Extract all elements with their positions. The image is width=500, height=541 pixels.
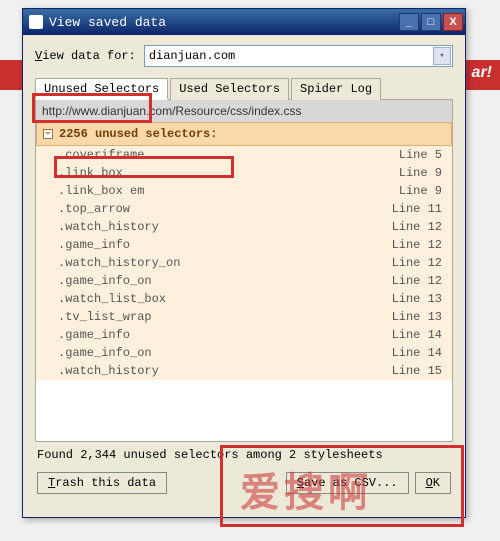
domain-dropdown[interactable]: dianjuan.com ▾	[144, 45, 453, 67]
bg-text: ar!	[472, 64, 492, 82]
selector-list: .coveriframeLine 5 .link_boxLine 9 .link…	[36, 146, 452, 380]
list-item[interactable]: .watch_history_onLine 12	[36, 254, 452, 272]
list-item[interactable]: .coveriframeLine 5	[36, 146, 452, 164]
tab-bar: Unused Selectors Used Selectors Spider L…	[35, 77, 453, 100]
results-panel: http://www.dianjuan.com/Resource/css/ind…	[35, 100, 453, 442]
group-header-text: 2256 unused selectors:	[59, 127, 217, 141]
close-button[interactable]: X	[443, 13, 463, 31]
file-path: http://www.dianjuan.com/Resource/css/ind…	[36, 100, 452, 122]
maximize-button[interactable]: □	[421, 13, 441, 31]
list-item[interactable]: .tv_list_wrapLine 13	[36, 308, 452, 326]
list-item[interactable]: .game_info_onLine 14	[36, 344, 452, 362]
tab-unused-selectors[interactable]: Unused Selectors	[35, 78, 168, 100]
titlebar[interactable]: View saved data _ □ X	[23, 9, 465, 35]
collapse-icon[interactable]: −	[43, 129, 53, 139]
list-item[interactable]: .watch_historyLine 15	[36, 362, 452, 380]
window-title: View saved data	[49, 15, 399, 30]
view-data-label: View data for:	[35, 49, 136, 63]
list-item[interactable]: .game_info_onLine 12	[36, 272, 452, 290]
tab-used-selectors[interactable]: Used Selectors	[170, 78, 289, 100]
list-item[interactable]: .top_arrowLine 11	[36, 200, 452, 218]
dialog-window: View saved data _ □ X View data for: dia…	[22, 8, 466, 518]
list-item[interactable]: .link_boxLine 9	[36, 164, 452, 182]
app-icon	[29, 15, 43, 29]
list-item[interactable]: .watch_list_boxLine 13	[36, 290, 452, 308]
list-item[interactable]: .watch_historyLine 12	[36, 218, 452, 236]
ok-button[interactable]: OK	[415, 472, 451, 494]
list-item[interactable]: .link_box emLine 9	[36, 182, 452, 200]
list-item[interactable]: .game_infoLine 12	[36, 236, 452, 254]
tab-spider-log[interactable]: Spider Log	[291, 78, 381, 100]
trash-button[interactable]: Trash this data	[37, 472, 167, 494]
minimize-button[interactable]: _	[399, 13, 419, 31]
chevron-down-icon[interactable]: ▾	[433, 47, 451, 65]
domain-value: dianjuan.com	[149, 49, 235, 63]
summary-text: Found 2,344 unused selectors among 2 sty…	[35, 442, 453, 468]
group-header[interactable]: − 2256 unused selectors:	[36, 122, 452, 146]
list-item[interactable]: .game_infoLine 14	[36, 326, 452, 344]
save-csv-button[interactable]: Save as CSV...	[286, 472, 409, 494]
